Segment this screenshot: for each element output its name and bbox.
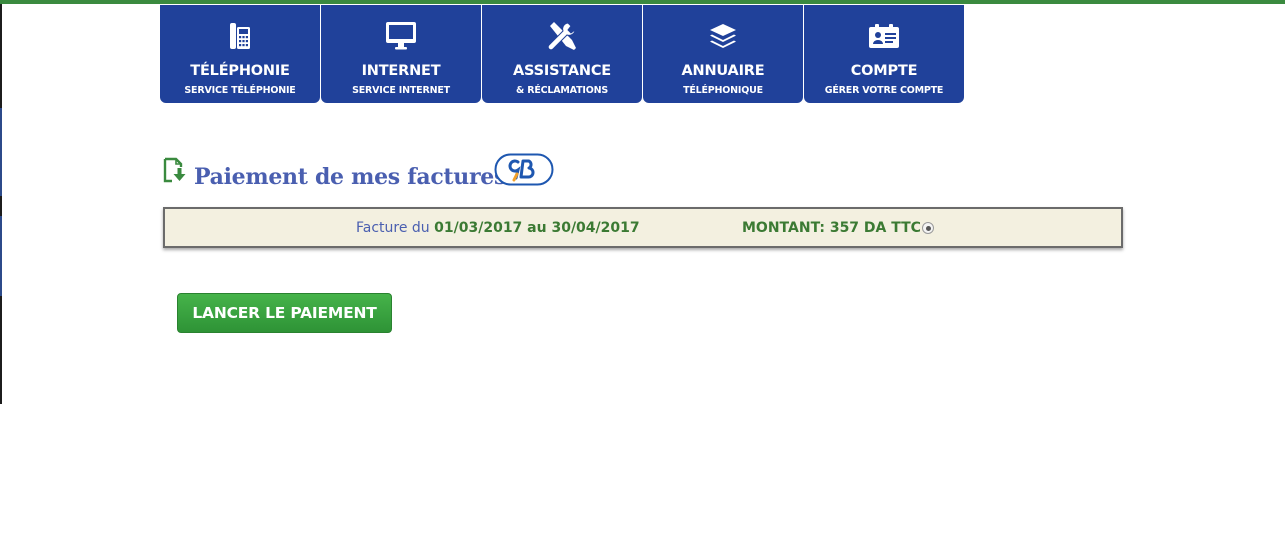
layers-icon xyxy=(707,20,739,52)
left-window-edge xyxy=(0,4,2,404)
launch-payment-button[interactable]: LANCER LE PAIEMENT xyxy=(177,293,392,333)
nav-item-title: ANNUAIRE xyxy=(681,63,765,79)
cb-card-logo xyxy=(494,153,554,186)
id-card-icon xyxy=(868,20,900,52)
nav-item-internet[interactable]: INTERNET SERVICE INTERNET xyxy=(321,5,481,103)
invoice-row: Facture du 01/03/2017 au 30/04/2017 MONT… xyxy=(163,207,1123,248)
nav-item-annuaire[interactable]: ANNUAIRE TÉLÉPHONIQUE xyxy=(643,5,803,103)
nav-item-title: INTERNET xyxy=(361,63,441,79)
monitor-icon xyxy=(385,20,417,52)
top-accent-bar xyxy=(0,0,1285,4)
nav-item-subtitle: TÉLÉPHONIQUE xyxy=(683,85,763,96)
invoice-prefix: Facture du xyxy=(356,220,430,236)
nav-item-title: COMPTE xyxy=(850,63,918,79)
section-header: Paiement de mes factures xyxy=(163,153,506,193)
nav-item-subtitle: SERVICE TÉLÉPHONIE xyxy=(184,85,296,96)
main-navigation: TÉLÉPHONIE SERVICE TÉLÉPHONIE INTERNET S… xyxy=(160,5,964,103)
nav-item-title: TÉLÉPHONIE xyxy=(190,63,290,79)
document-download-icon xyxy=(163,157,189,183)
nav-item-assistance[interactable]: ASSISTANCE & RÉCLAMATIONS xyxy=(482,5,642,103)
invoice-dates: 01/03/2017 au 30/04/2017 xyxy=(434,220,640,236)
phone-icon xyxy=(224,20,256,52)
tools-icon xyxy=(546,20,578,52)
invoice-select-radio[interactable] xyxy=(922,222,934,234)
nav-item-subtitle: & RÉCLAMATIONS xyxy=(516,85,608,96)
nav-item-subtitle: SERVICE INTERNET xyxy=(352,85,450,96)
nav-item-subtitle: GÉRER VOTRE COMPTE xyxy=(824,85,944,96)
page-title: Paiement de mes factures xyxy=(194,164,507,190)
nav-item-telephonie[interactable]: TÉLÉPHONIE SERVICE TÉLÉPHONIE xyxy=(160,5,320,103)
invoice-period: Facture du 01/03/2017 au 30/04/2017 xyxy=(356,220,640,236)
invoice-amount: MONTANT: 357 DA TTC xyxy=(742,220,921,236)
nav-item-compte[interactable]: COMPTE GÉRER VOTRE COMPTE xyxy=(804,5,964,103)
nav-item-title: ASSISTANCE xyxy=(513,63,611,79)
